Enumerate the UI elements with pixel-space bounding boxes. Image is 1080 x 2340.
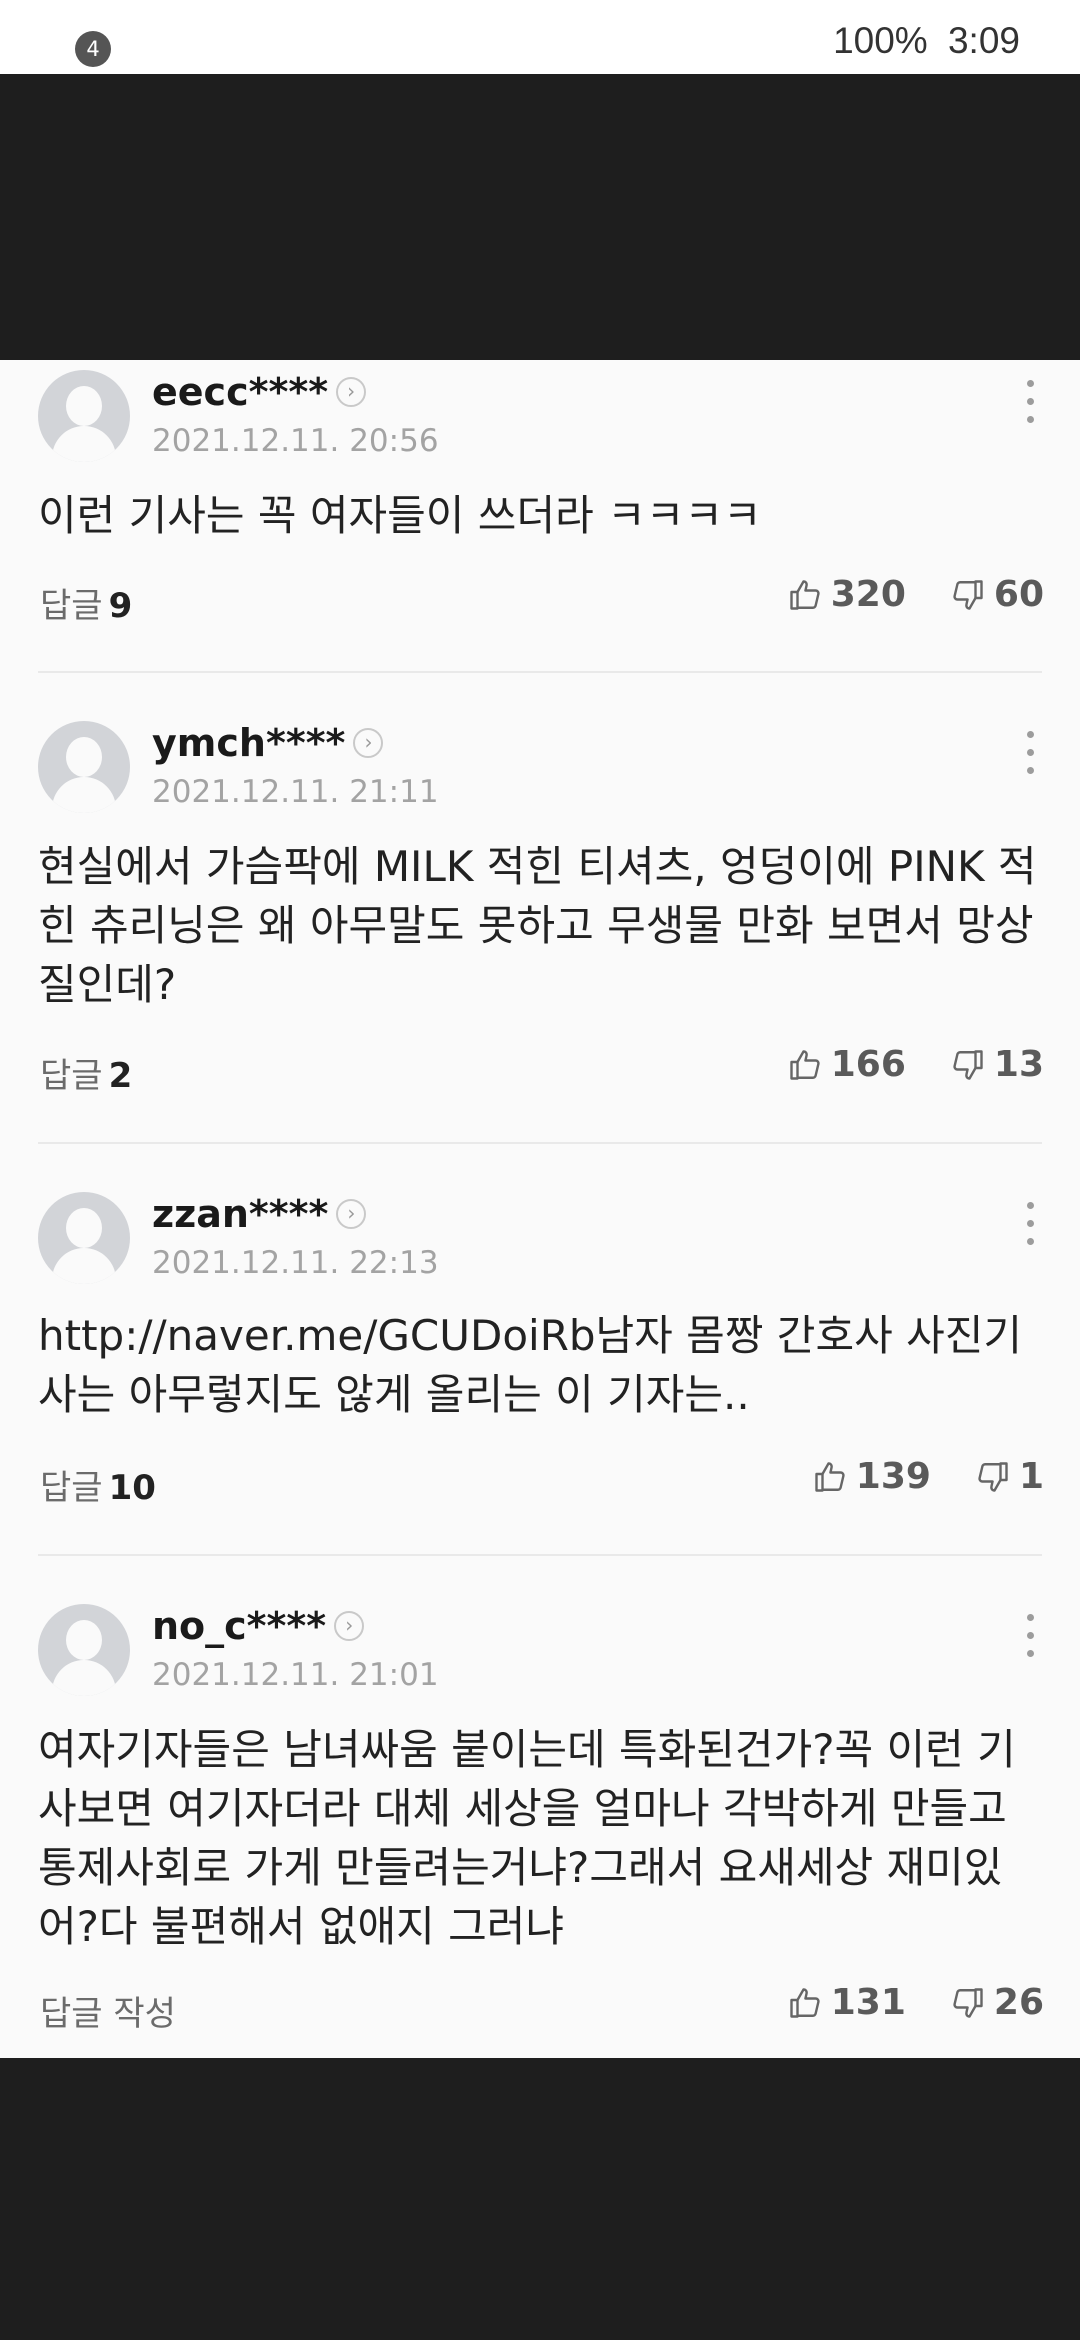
status-right: 100% 3:09 (823, 20, 1020, 62)
comment-date: 2021.12.11. 21:11 (152, 774, 439, 810)
clock: 3:09 (947, 20, 1020, 61)
chevron-right-icon[interactable]: › (334, 1611, 365, 1641)
vote-group: 320 60 (787, 574, 1044, 615)
reply-button[interactable]: 답글 10 (40, 1460, 156, 1509)
avatar[interactable] (38, 370, 130, 462)
username-row[interactable]: ymch**** › (152, 721, 384, 765)
kebab-menu-icon[interactable] (1022, 380, 1038, 432)
comment-item: eecc**** › 2021.12.11. 20:56 이런 기사는 꼭 여자… (0, 360, 1080, 673)
chevron-right-icon[interactable]: › (336, 377, 367, 407)
comment-date: 2021.12.11. 20:56 (152, 423, 439, 459)
avatar[interactable] (38, 1192, 130, 1284)
comment-list: eecc**** › 2021.12.11. 20:56 이런 기사는 꼭 여자… (0, 360, 1080, 2058)
comment-date: 2021.12.11. 22:13 (152, 1245, 439, 1281)
username[interactable]: zzan**** (152, 1192, 328, 1236)
dislike-button[interactable]: 26 (950, 1982, 1044, 2023)
comment-item: ymch**** › 2021.12.11. 21:11 현실에서 가슴팍에 M… (0, 673, 1080, 1144)
username-row[interactable]: no_c**** › (152, 1604, 365, 1648)
reply-label: 답글 (40, 586, 103, 626)
status-bar: 4 100% 3:09 (0, 0, 1080, 74)
reply-label: 답글 작성 (40, 1994, 176, 2034)
vote-group: 166 13 (787, 1044, 1044, 1085)
comment-text: 여자기자들은 남녀싸움 붙이는데 특화된건가?꼭 이런 기사보면 여기자더라 대… (38, 1725, 1016, 1951)
thumbs-up-icon (790, 1049, 820, 1080)
comment-item: no_c**** › 2021.12.11. 21:01 여자기자들은 남녀싸움… (0, 1556, 1080, 2058)
reply-label: 답글 (40, 1468, 103, 1508)
battery-level: 100% (833, 20, 928, 61)
username-row[interactable]: eecc**** › (152, 370, 367, 414)
avatar[interactable] (38, 1604, 130, 1696)
reply-button[interactable]: 답글 작성 (40, 1986, 182, 2035)
comment-date: 2021.12.11. 21:01 (152, 1657, 439, 1693)
username[interactable]: ymch**** (152, 721, 345, 765)
chevron-right-icon[interactable]: › (353, 728, 384, 758)
thumbs-down-icon (953, 1987, 983, 2018)
like-button[interactable]: 166 (787, 1044, 906, 1085)
comment-text: 현실에서 가슴팍에 MILK 적힌 티셔츠, 엉덩이에 PINK 적힌 츄리닝은… (38, 842, 1037, 1009)
thumbs-down-icon (978, 1461, 1008, 1492)
reply-label: 답글 (40, 1056, 103, 1096)
comment-item: zzan**** › 2021.12.11. 22:13 http://nave… (0, 1144, 1080, 1556)
notification-badge: 4 (75, 31, 111, 67)
kebab-menu-icon[interactable] (1022, 731, 1038, 783)
like-button[interactable]: 139 (812, 1456, 931, 1497)
like-count: 139 (855, 1456, 931, 1497)
kebab-menu-icon[interactable] (1022, 1614, 1038, 1666)
thumbs-up-icon (815, 1461, 845, 1492)
dislike-count: 1 (1018, 1456, 1044, 1497)
dislike-button[interactable]: 13 (950, 1044, 1044, 1085)
username-row[interactable]: zzan**** › (152, 1192, 367, 1236)
dislike-count: 26 (993, 1982, 1044, 2023)
like-count: 131 (830, 1982, 906, 2023)
comment-text: 이런 기사는 꼭 여자들이 쓰더라 ㅋㅋㅋㅋ (38, 491, 762, 540)
thumbs-up-icon (790, 1987, 820, 2018)
thumbs-down-icon (953, 579, 983, 610)
chevron-right-icon[interactable]: › (336, 1199, 367, 1229)
dislike-count: 13 (993, 1044, 1044, 1085)
vote-group: 131 26 (787, 1982, 1044, 2023)
avatar[interactable] (38, 721, 130, 813)
reply-button[interactable]: 답글 9 (40, 578, 132, 627)
like-button[interactable]: 320 (787, 574, 906, 615)
kebab-menu-icon[interactable] (1022, 1202, 1038, 1254)
thumbs-down-icon (953, 1049, 983, 1080)
dislike-button[interactable]: 60 (950, 574, 1044, 615)
thumbs-up-icon (790, 579, 820, 610)
vote-group: 139 1 (812, 1456, 1044, 1497)
like-button[interactable]: 131 (787, 1982, 906, 2023)
top-dark-area (0, 74, 1080, 360)
comment-text: http://naver.me/GCUDoiRb남자 몸짱 간호사 사진기사는 … (38, 1311, 1022, 1419)
dislike-button[interactable]: 1 (975, 1456, 1044, 1497)
reply-button[interactable]: 답글 2 (40, 1048, 132, 1097)
username[interactable]: no_c**** (152, 1604, 326, 1648)
reply-count: 9 (108, 586, 133, 626)
reply-count: 2 (108, 1056, 133, 1096)
dislike-count: 60 (993, 574, 1044, 615)
like-count: 320 (830, 574, 906, 615)
like-count: 166 (830, 1044, 906, 1085)
reply-count: 10 (108, 1468, 156, 1508)
username[interactable]: eecc**** (152, 370, 328, 414)
